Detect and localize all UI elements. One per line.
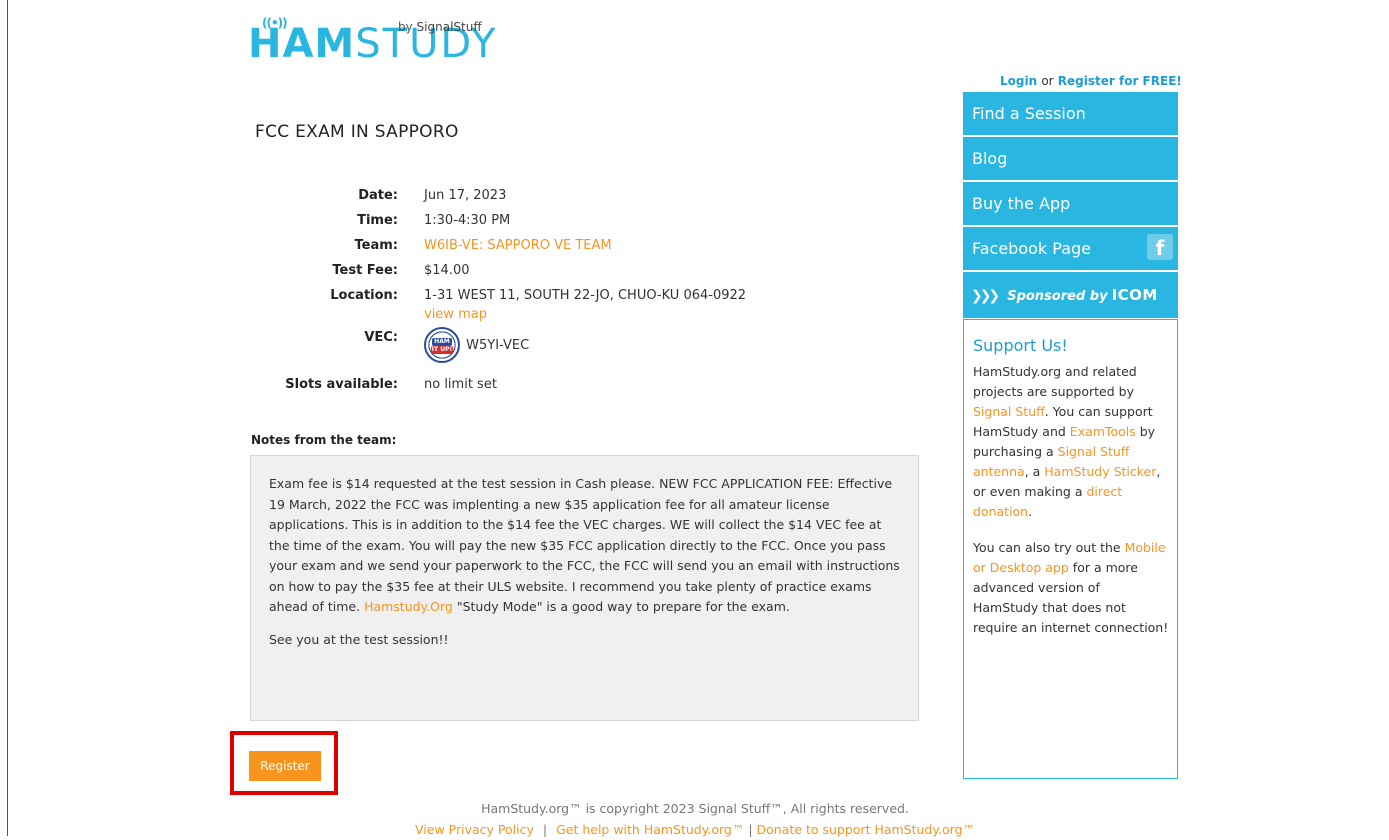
chevrons-icon: ❯❯❯	[971, 288, 1000, 304]
auth-links: Login or Register for FREE!	[1000, 74, 1182, 88]
help-link[interactable]: Get help with HamStudy.org™	[556, 822, 744, 837]
logo-byline: by SignalStuff	[398, 20, 482, 34]
team-link[interactable]: W6IB-VE: SAPPORO VE TEAM	[424, 238, 612, 253]
location-row: Location: 1-31 WEST 11, SOUTH 22-JO, CHU…	[240, 288, 940, 330]
vec-logo-bottom: IT UP!	[431, 346, 453, 354]
view-map-link[interactable]: view map	[424, 307, 487, 322]
sponsored-by-text: Sponsored by	[1007, 289, 1108, 304]
register-free-link[interactable]: Register for FREE!	[1058, 74, 1182, 88]
support-text-7: You can also try out the	[973, 540, 1125, 555]
logo-brand: SignalStuff	[416, 20, 482, 34]
sponsored-by-icom[interactable]: ❯❯❯ Sponsored by ICOM	[963, 272, 1178, 318]
donate-link[interactable]: Donate to support HamStudy.org™	[757, 822, 975, 837]
date-row: Date: Jun 17, 2023	[240, 188, 940, 213]
team-label: Team:	[354, 238, 398, 253]
notes-label: Notes from the team:	[251, 433, 397, 447]
support-text-1: HamStudy.org and related projects are su…	[973, 364, 1137, 399]
examtools-link[interactable]: ExamTools	[1070, 424, 1136, 439]
slots-label: Slots available:	[285, 377, 398, 392]
fee-label: Test Fee:	[332, 263, 398, 278]
footer-separator: |	[542, 822, 548, 837]
support-box: Support Us! HamStudy.org and related pro…	[963, 319, 1178, 779]
footer-links: View Privacy Policy | Get help with HamStu…	[340, 819, 1050, 840]
support-text-4: , a	[1024, 464, 1045, 479]
login-link[interactable]: Login	[1000, 74, 1037, 88]
nav-facebook-label: Facebook Page	[972, 239, 1091, 258]
time-label: Time:	[357, 213, 398, 228]
vec-logo-top: HAM	[432, 338, 452, 346]
notes-paragraph-2: See you at the test session!!	[269, 631, 449, 647]
slots-row: Slots available: no limit set	[240, 377, 940, 402]
footer-separator-2: |	[748, 822, 753, 837]
fee-row: Test Fee: $14.00	[240, 263, 940, 288]
notes-paragraph-1: Exam fee is $14 requested at the test se…	[269, 474, 900, 618]
notes-text-2: "Study Mode" is a good way to prepare fo…	[452, 599, 790, 614]
vec-row: VEC: HAM IT UP! W5YI-VEC	[240, 327, 940, 377]
footer: HamStudy.org™ is copyright 2023 Signal S…	[340, 798, 1050, 840]
notes-box: Exam fee is $14 requested at the test se…	[250, 455, 919, 721]
nav-find-session[interactable]: Find a Session	[963, 92, 1178, 135]
vec-logo-icon: HAM IT UP!	[424, 327, 460, 363]
date-value: Jun 17, 2023	[424, 188, 507, 203]
team-row: Team: W6IB-VE: SAPPORO VE TEAM	[240, 238, 940, 263]
logo-ham: HAM	[248, 21, 356, 67]
support-paragraph-1: HamStudy.org and related projects are su…	[973, 362, 1169, 522]
register-button[interactable]: Register	[249, 751, 321, 781]
vec-label: VEC:	[364, 330, 398, 345]
icom-logo: ICOM	[1111, 286, 1158, 304]
fee-value: $14.00	[424, 263, 470, 278]
page-title: FCC EXAM IN SAPPORO	[255, 122, 459, 142]
nav-blog[interactable]: Blog	[963, 137, 1178, 180]
location-value: 1-31 WEST 11, SOUTH 22-JO, CHUO-KU 064-0…	[424, 288, 747, 303]
notes-text-1: Exam fee is $14 requested at the test se…	[269, 476, 900, 614]
slots-value: no limit set	[424, 377, 497, 392]
time-value: 1:30-4:30 PM	[424, 213, 511, 228]
facebook-icon: f	[1147, 234, 1173, 260]
hamstudy-link[interactable]: Hamstudy.Org	[364, 599, 453, 614]
privacy-policy-link[interactable]: View Privacy Policy	[415, 822, 534, 837]
hamstudy-logo[interactable]: ((•)) HAMSTUDY by SignalStuff	[248, 10, 495, 70]
side-nav: Find a Session Blog Buy the App Facebook…	[963, 92, 1178, 318]
left-border	[7, 0, 8, 836]
footer-copyright: HamStudy.org™ is copyright 2023 Signal S…	[481, 801, 909, 816]
support-paragraph-2: You can also try out the Mobile or Deskt…	[973, 538, 1169, 638]
location-label: Location:	[330, 288, 398, 303]
nav-buy-app[interactable]: Buy the App	[963, 182, 1178, 225]
date-label: Date:	[358, 188, 398, 203]
nav-facebook[interactable]: Facebook Page f	[963, 227, 1178, 270]
support-heading: Support Us!	[973, 336, 1068, 355]
support-text-6: .	[1028, 504, 1033, 519]
vec-name: W5YI-VEC	[466, 337, 530, 353]
sticker-link[interactable]: HamStudy Sticker	[1044, 464, 1156, 479]
vec-value-wrap: HAM IT UP! W5YI-VEC	[424, 327, 529, 363]
session-details: Date: Jun 17, 2023 Time: 1:30-4:30 PM Te…	[240, 188, 940, 402]
signal-stuff-link[interactable]: Signal Stuff	[973, 404, 1045, 419]
auth-or: or	[1041, 74, 1054, 88]
time-row: Time: 1:30-4:30 PM	[240, 213, 940, 238]
logo-by-text: by	[398, 20, 413, 34]
